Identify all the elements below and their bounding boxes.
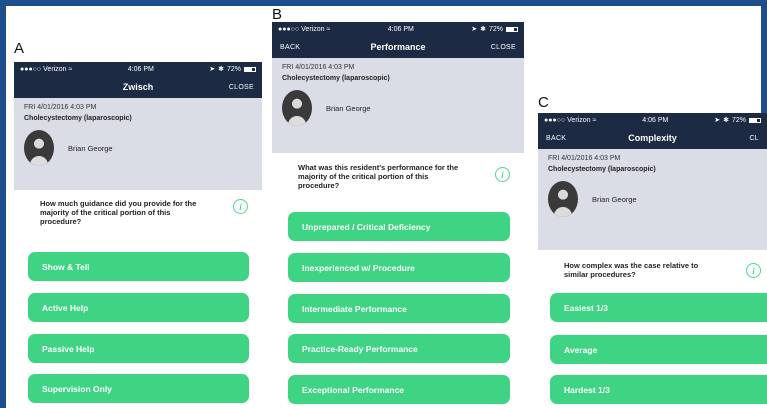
question-text: How complex was the case relative to sim… <box>564 261 699 279</box>
option-button[interactable]: Average <box>550 335 767 364</box>
phone-screen-a: ●●●○○ Verizon ≈ 4:06 PM ➤ ✱ 72% Zwisch CLOSE… <box>14 62 262 408</box>
status-bar: ●●●○○ Verizon ≈ 4:06 PM ➤ ✱ 72% <box>272 22 524 36</box>
bluetooth-icon: ✱ <box>480 26 486 33</box>
carrier-indicator: ●●●○○ Verizon ≈ <box>20 65 73 73</box>
status-time: 4:06 PM <box>127 65 154 73</box>
carrier-indicator: ●●●○○ Verizon ≈ <box>544 116 597 124</box>
option-button[interactable]: Passive Help <box>28 334 249 363</box>
case-info: FRI 4/01/2016 4:03 PM Cholecystectomy (l… <box>14 98 262 190</box>
status-time: 4:06 PM <box>642 116 669 124</box>
case-date: FRI 4/01/2016 4:03 PM <box>548 155 621 162</box>
battery-icon <box>244 66 256 72</box>
info-icon[interactable]: i <box>746 263 761 278</box>
resident-row: Brian George <box>24 130 252 166</box>
case-procedure: Cholecystectomy (laparoscopic) <box>282 75 390 82</box>
status-bar: ●●●○○ Verizon ≈ 4:06 PM ➤ ✱ 72% <box>14 62 262 76</box>
wifi-icon: ≈ <box>326 25 331 33</box>
question-row: How much guidance did you provide for th… <box>14 199 262 226</box>
nav-bar: BACK Complexity CL <box>538 127 767 149</box>
question-text: How much guidance did you provide for th… <box>40 199 197 226</box>
wifi-icon: ≈ <box>68 65 73 73</box>
nav-title: Zwisch <box>122 82 154 92</box>
nav-bar: Zwisch CLOSE <box>14 76 262 98</box>
panel-label-c: C <box>538 94 549 111</box>
case-procedure: Cholecystectomy (laparoscopic) <box>24 115 132 122</box>
option-button[interactable]: Practice-Ready Performance <box>288 334 510 363</box>
back-button[interactable]: BACK <box>280 44 300 51</box>
bluetooth-icon: ✱ <box>723 117 729 124</box>
case-date: FRI 4/01/2016 4:03 PM <box>282 64 355 71</box>
status-right: ➤ ✱ 72% <box>714 116 761 124</box>
option-button[interactable]: Intermediate Performance <box>288 294 510 323</box>
info-icon[interactable]: i <box>233 199 248 214</box>
question-row: How complex was the case relative to sim… <box>538 261 767 279</box>
location-icon: ➤ <box>209 66 216 73</box>
close-button[interactable]: CL <box>749 135 759 142</box>
resident-row: Brian George <box>548 181 757 217</box>
case-info: FRI 4/01/2016 4:03 PM Cholecystectomy (l… <box>272 58 524 153</box>
panel-label-a: A <box>14 40 25 57</box>
battery-icon <box>506 26 518 32</box>
option-button[interactable]: Hardest 1/3 <box>550 375 767 404</box>
avatar <box>24 130 54 166</box>
resident-name: Brian George <box>68 143 113 153</box>
info-icon[interactable]: i <box>495 167 510 182</box>
panel-label-b: B <box>272 6 283 23</box>
battery-icon <box>749 117 761 123</box>
avatar <box>548 181 578 217</box>
option-button[interactable]: Inexperienced w/ Procedure <box>288 253 510 282</box>
location-icon: ➤ <box>471 26 478 33</box>
phone-screen-c: ●●●○○ Verizon ≈ 4:06 PM ➤ ✱ 72% BACK Complex… <box>538 113 767 408</box>
signal-icon: ●●●○○ <box>278 25 300 33</box>
nav-title: Complexity <box>628 133 677 143</box>
status-bar: ●●●○○ Verizon ≈ 4:06 PM ➤ ✱ 72% <box>538 113 767 127</box>
option-button[interactable]: Easiest 1/3 <box>550 293 767 322</box>
option-button[interactable]: Active Help <box>28 293 249 322</box>
option-button[interactable]: Unprepared / Critical Deficiency <box>288 212 510 241</box>
resident-name: Brian George <box>592 194 637 204</box>
option-button[interactable]: Exceptional Performance <box>288 375 510 404</box>
nav-title: Performance <box>370 42 426 52</box>
close-button[interactable]: CLOSE <box>229 84 254 91</box>
resident-name: Brian George <box>326 103 371 113</box>
case-info: FRI 4/01/2016 4:03 PM Cholecystectomy (l… <box>538 149 767 250</box>
status-time: 4:06 PM <box>387 25 414 33</box>
case-date: FRI 4/01/2016 4:03 PM <box>24 104 97 111</box>
status-right: ➤ ✱ 72% <box>471 25 518 33</box>
resident-row: Brian George <box>282 90 514 126</box>
avatar <box>282 90 312 126</box>
carrier-indicator: ●●●○○ Verizon ≈ <box>278 25 331 33</box>
close-button[interactable]: CLOSE <box>491 44 516 51</box>
option-button[interactable]: Show & Tell <box>28 252 249 281</box>
signal-icon: ●●●○○ <box>544 116 566 124</box>
wifi-icon: ≈ <box>592 116 597 124</box>
location-icon: ➤ <box>714 117 721 124</box>
option-button[interactable]: Supervision Only <box>28 374 249 403</box>
status-right: ➤ ✱ 72% <box>209 65 256 73</box>
phone-screen-b: ●●●○○ Verizon ≈ 4:06 PM ➤ ✱ 72% BACK Perform… <box>272 22 524 408</box>
bluetooth-icon: ✱ <box>218 66 224 73</box>
question-row: What was this resident's performance for… <box>272 163 524 190</box>
case-procedure: Cholecystectomy (laparoscopic) <box>548 166 656 173</box>
signal-icon: ●●●○○ <box>20 65 42 73</box>
nav-bar: BACK Performance CLOSE <box>272 36 524 58</box>
back-button[interactable]: BACK <box>546 135 566 142</box>
question-text: What was this resident's performance for… <box>298 163 459 190</box>
